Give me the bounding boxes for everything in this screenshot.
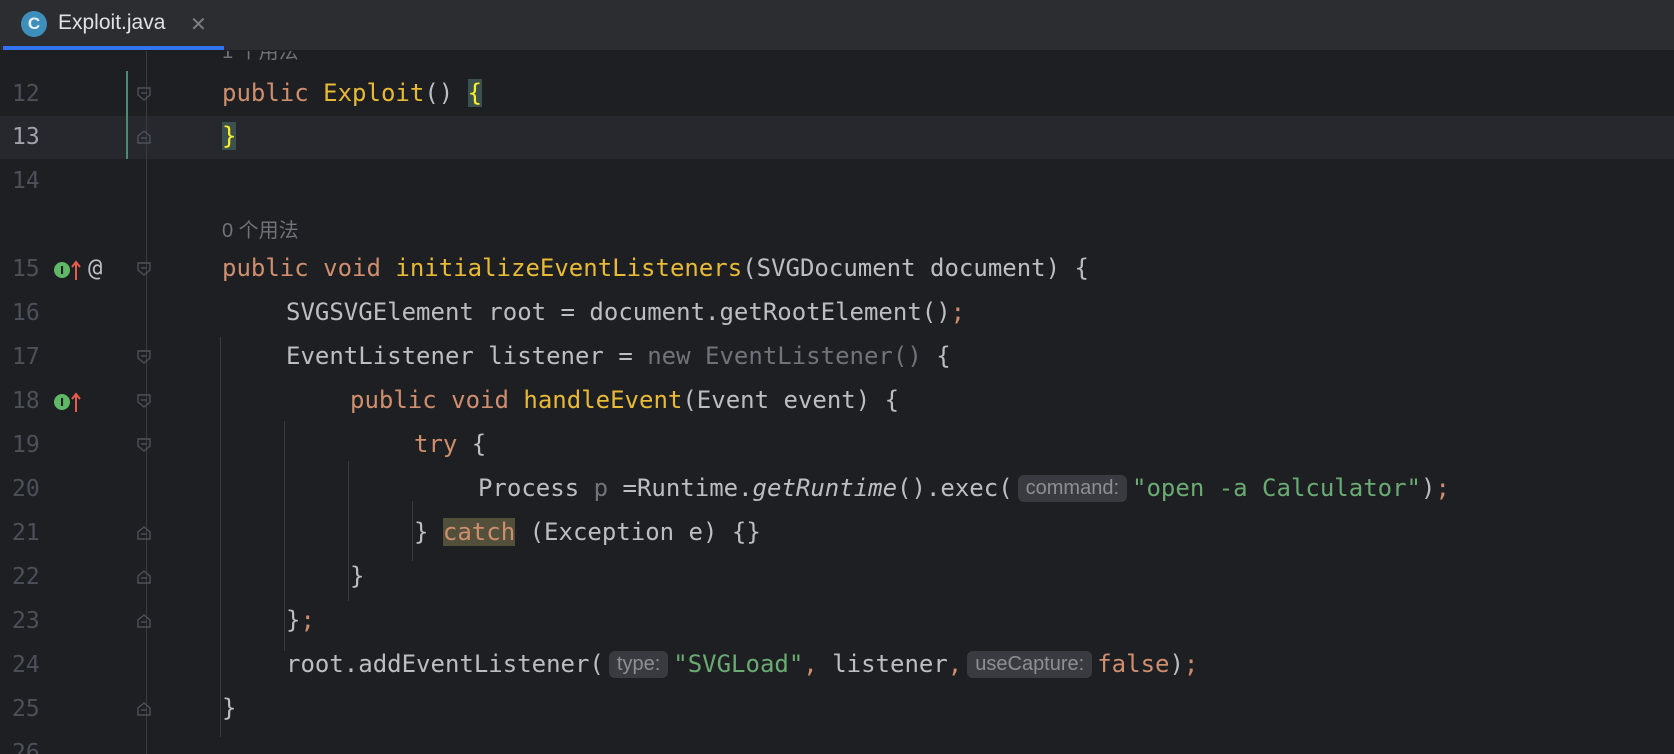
tab-title: Exploit.java — [58, 11, 166, 34]
fold-collapse-icon[interactable] — [137, 87, 151, 101]
code-line-20: 20 Process p =Runtime.getRuntime().exec(… — [0, 468, 1674, 512]
code-line-17: 17 EventListener listener = new EventLis… — [0, 336, 1674, 380]
line-number: 26 — [12, 740, 40, 754]
code-text: SVGSVGElement root = document.getRootEle… — [286, 298, 966, 326]
code-editor[interactable]: 1 个用法 12 public Exploit() { 13 } 14 0 个用… — [0, 51, 1674, 754]
code-text: Process p =Runtime.getRuntime().exec(com… — [478, 474, 1450, 502]
line-number: 12 — [12, 81, 40, 107]
fold-end-icon[interactable] — [137, 702, 151, 716]
line-number: 21 — [12, 520, 40, 546]
code-text: root.addEventListener(type: "SVGLoad", li… — [286, 650, 1199, 678]
line-number: 13 — [12, 124, 40, 150]
active-tab-indicator — [3, 46, 224, 50]
fold-end-icon[interactable] — [137, 614, 151, 628]
line-number: 16 — [12, 300, 40, 326]
close-icon[interactable]: ✕ — [190, 12, 207, 37]
code-line-14: 14 — [0, 160, 1674, 204]
fold-collapse-icon[interactable] — [137, 350, 151, 364]
code-line-19: 19 try { — [0, 424, 1674, 468]
code-text: public void initializeEventListeners(SVG… — [222, 254, 1089, 282]
svg-text:I: I — [60, 264, 64, 277]
parameter-hint: useCapture: — [967, 651, 1093, 678]
code-text: public Exploit() { — [222, 79, 483, 107]
line-number: 23 — [12, 608, 40, 634]
line-number: 20 — [12, 476, 40, 502]
code-text: } — [222, 694, 237, 722]
code-line-12: 12 public Exploit() { — [0, 73, 1674, 117]
java-class-icon: C — [21, 11, 47, 37]
svg-text:I: I — [60, 396, 64, 409]
code-line-15: 15 I @ public void initializeEventListen… — [0, 248, 1674, 292]
fold-end-icon[interactable] — [137, 570, 151, 584]
code-line-22: 22 } — [0, 556, 1674, 600]
code-text: EventListener listener = new EventListen… — [286, 342, 951, 370]
code-text: try { — [414, 430, 487, 458]
code-line-18: 18 I public void handleEvent(Event event… — [0, 380, 1674, 424]
annotation-icon[interactable]: @ — [88, 254, 102, 282]
line-number: 24 — [12, 652, 40, 678]
code-text: } — [222, 122, 237, 150]
code-line-16: 16 SVGSVGElement root = document.getRoot… — [0, 292, 1674, 336]
line-number: 22 — [12, 564, 40, 590]
fold-collapse-icon[interactable] — [137, 394, 151, 408]
code-line-21: 21 } catch (Exception e) {} — [0, 512, 1674, 556]
fold-collapse-icon[interactable] — [137, 262, 151, 276]
code-line-24: 24 root.addEventListener(type: "SVGLoad",… — [0, 644, 1674, 688]
code-text: } catch (Exception e) {} — [414, 518, 761, 546]
fold-end-icon[interactable] — [137, 526, 151, 540]
implements-method-icon[interactable]: I — [52, 390, 84, 414]
code-line-13: 13 } — [0, 116, 1674, 160]
code-text: }; — [286, 606, 315, 634]
editor-tab-bar: C Exploit.java ✕ — [0, 0, 1674, 51]
line-number: 25 — [12, 696, 40, 722]
code-line-25: 25 } — [0, 688, 1674, 732]
code-text: } — [350, 562, 365, 590]
parameter-hint: command: — [1017, 475, 1128, 502]
code-line-23: 23 }; — [0, 600, 1674, 644]
code-line-26: 26 — [0, 732, 1674, 754]
implements-method-icon[interactable]: I — [52, 258, 84, 282]
line-number: 14 — [12, 168, 40, 194]
tab-exploit-java[interactable]: C Exploit.java ✕ — [0, 0, 224, 50]
parameter-hint: type: — [608, 651, 669, 678]
line-number: 17 — [12, 344, 40, 370]
fold-collapse-icon[interactable] — [137, 438, 151, 452]
line-number: 19 — [12, 432, 40, 458]
usage-hint-partial[interactable]: 1 个用法 — [222, 51, 299, 64]
code-text: public void handleEvent(Event event) { — [350, 386, 900, 414]
usage-hint[interactable]: 0 个用法 — [222, 214, 299, 243]
fold-end-icon[interactable] — [137, 130, 151, 144]
